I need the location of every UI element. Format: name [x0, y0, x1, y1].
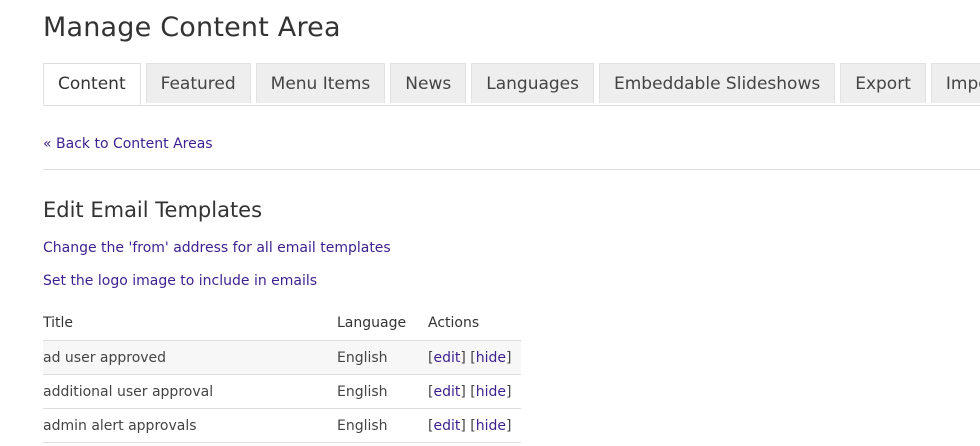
bracket: ] [ — [460, 383, 476, 400]
table-row: additional user approval English [edit] … — [43, 374, 521, 409]
bracket: ] — [506, 383, 512, 400]
template-title: admin alert approvals — [43, 408, 337, 443]
section-heading: Edit Email Templates — [43, 198, 263, 222]
tab-import[interactable]: Import — [930, 63, 980, 103]
template-language: English — [337, 374, 428, 409]
template-actions: [edit] [hide] — [428, 374, 521, 409]
template-actions: [edit] [hide] — [428, 408, 521, 443]
edit-link[interactable]: edit — [433, 350, 460, 366]
tab-languages[interactable]: Languages — [471, 63, 594, 103]
bracket: ] [ — [460, 349, 476, 366]
template-actions: [edit] [hide] — [428, 340, 521, 375]
tab-bar: Content Featured Menu Items News Languag… — [43, 63, 980, 106]
edit-link[interactable]: edit — [433, 384, 460, 400]
template-language: English — [337, 408, 428, 443]
bracket: ] — [506, 417, 512, 434]
hide-link[interactable]: hide — [476, 418, 506, 434]
edit-link[interactable]: edit — [433, 418, 460, 434]
hide-link[interactable]: hide — [476, 350, 506, 366]
back-to-content-areas-link[interactable]: « Back to Content Areas — [43, 136, 213, 152]
manage-content-area-page: Manage Content Area Content Featured Men… — [0, 0, 980, 446]
bracket: ] [ — [460, 417, 476, 434]
tab-news[interactable]: News — [390, 63, 467, 103]
bracket: ] — [506, 349, 512, 366]
column-header-title: Title — [43, 306, 337, 341]
change-from-address-link[interactable]: Change the 'from' address for all email … — [43, 240, 391, 256]
set-logo-image-link[interactable]: Set the logo image to include in emails — [43, 273, 317, 289]
tab-featured[interactable]: Featured — [145, 63, 251, 103]
tab-content[interactable]: Content — [43, 63, 141, 105]
table-header-row: Title Language Actions — [43, 306, 521, 341]
column-header-actions: Actions — [428, 306, 521, 341]
hide-link[interactable]: hide — [476, 384, 506, 400]
table-row: ad user approved English [edit] [hide] — [43, 340, 521, 375]
section-divider — [43, 169, 980, 170]
template-language: English — [337, 340, 428, 375]
page-title: Manage Content Area — [43, 12, 341, 43]
tab-menu-items[interactable]: Menu Items — [255, 63, 386, 103]
tab-export[interactable]: Export — [840, 63, 926, 103]
template-title: ad user approved — [43, 340, 337, 375]
email-templates-table: Title Language Actions ad user approved … — [43, 306, 521, 443]
tab-embeddable-slideshows[interactable]: Embeddable Slideshows — [599, 63, 836, 103]
column-header-language: Language — [337, 306, 428, 341]
template-title: additional user approval — [43, 374, 337, 409]
table-row: admin alert approvals English [edit] [hi… — [43, 408, 521, 443]
